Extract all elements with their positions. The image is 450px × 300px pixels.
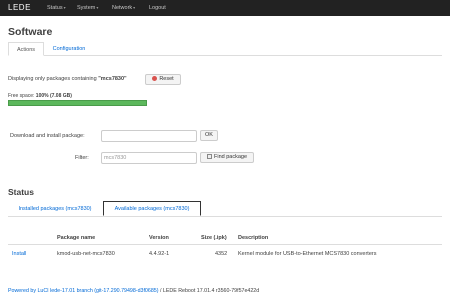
table-header-divider	[8, 244, 442, 245]
filter-term: "mcs7830"	[98, 76, 127, 82]
free-space-label: Free space:	[8, 93, 35, 99]
footer: Powered by LuCI lede-17.01 branch (git-1…	[8, 288, 259, 294]
free-space-text: Free space: 100% (7.08 GB)	[8, 93, 72, 99]
chevron-down-icon: ▾	[63, 5, 66, 10]
chevron-down-icon: ▾	[96, 5, 99, 10]
footer-version-text: / LEDE Reboot 17.01.4 r3560-79f57e422d	[158, 288, 260, 294]
tab-available-packages[interactable]: Available packages (mcs7830)	[103, 201, 201, 216]
reset-button-label: Reset	[159, 76, 174, 82]
find-icon	[206, 154, 212, 159]
reset-button[interactable]: Reset	[145, 74, 181, 85]
column-header-description: Description	[238, 235, 269, 241]
download-install-label: Download and install package:	[10, 133, 85, 139]
menu-network[interactable]: Network▾	[112, 5, 135, 11]
install-link[interactable]: Install	[12, 251, 26, 257]
tab-configuration[interactable]: Configuration	[47, 42, 91, 56]
menu-system[interactable]: System▾	[77, 5, 98, 11]
menu-system-label: System	[77, 5, 96, 11]
menu-status[interactable]: Status▾	[47, 5, 66, 11]
filter-notice: Displaying only packages containing "mcs…	[8, 76, 127, 82]
description-cell: Kernel module for USB-to-Ethernet MCS783…	[238, 251, 377, 257]
tab-actions[interactable]: Actions	[8, 42, 44, 56]
brand-logo[interactable]: LEDE	[8, 3, 31, 12]
free-space-progress-fill	[9, 101, 146, 105]
tab-installed-packages[interactable]: Installed packages (mcs7830)	[12, 202, 98, 217]
reset-icon	[152, 76, 158, 81]
package-name-cell: kmod-usb-net-mcs7830	[57, 251, 115, 257]
version-cell: 4.4.92-1	[149, 251, 170, 257]
free-space-value: 100% (7.08 GB)	[35, 93, 72, 99]
filter-input[interactable]	[101, 152, 197, 164]
top-navbar: LEDE Status▾ System▾ Network▾ Logout	[0, 0, 450, 16]
menu-logout[interactable]: Logout	[149, 5, 166, 11]
column-header-size: Size (.ipk)	[201, 235, 227, 241]
menu-network-label: Network	[112, 5, 133, 11]
find-package-button[interactable]: Find package	[200, 152, 254, 163]
filter-notice-prefix: Displaying only packages containing	[8, 76, 99, 82]
download-install-input[interactable]	[101, 130, 197, 142]
chevron-down-icon: ▾	[133, 5, 136, 10]
menu-status-label: Status	[47, 5, 63, 11]
column-header-version: Version	[149, 235, 169, 241]
status-heading: Status	[8, 187, 34, 197]
column-header-package-name: Package name	[57, 235, 96, 241]
find-package-label: Find package	[213, 154, 248, 160]
filter-label: Filter:	[75, 155, 89, 161]
ok-button[interactable]: OK	[200, 130, 218, 141]
size-cell: 4352	[215, 251, 228, 257]
luci-footer-link[interactable]: Powered by LuCI lede-17.01 branch (git-1…	[8, 288, 158, 294]
page-title: Software	[8, 26, 53, 38]
free-space-progress-bar	[8, 100, 147, 106]
